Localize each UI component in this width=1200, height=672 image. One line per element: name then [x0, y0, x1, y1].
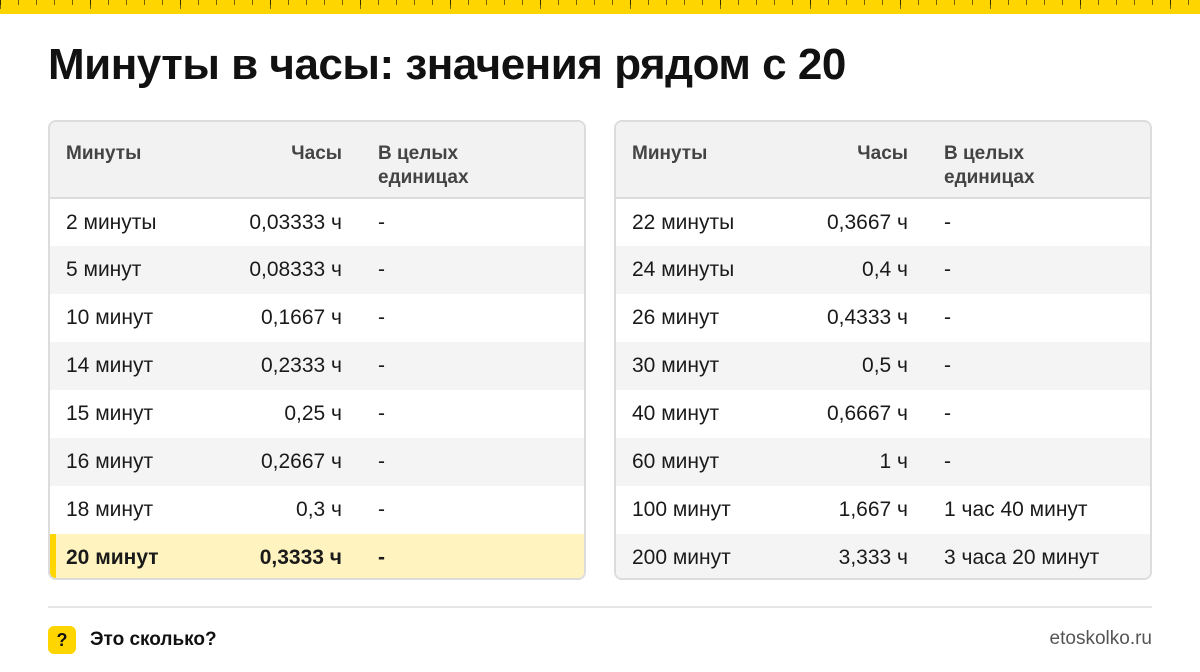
- brand-name: Это сколько?: [90, 629, 217, 650]
- cell-hours: 0,3667 ч: [826, 210, 908, 234]
- table-row: 10 минут 0,1667 ч -: [50, 294, 584, 342]
- table-row: 2 минуты 0,03333 ч -: [50, 198, 584, 246]
- cell-minutes: 100 минут: [632, 498, 731, 521]
- cell-hours: 0,2667 ч: [260, 450, 342, 473]
- cell-units: -: [944, 258, 951, 281]
- cell-hours: 0,3333 ч: [259, 546, 342, 569]
- cell-minutes: 20 минут: [50, 534, 212, 578]
- table-row: 30 минут 0,5 ч -: [616, 342, 1150, 390]
- cell-units: -: [944, 306, 951, 329]
- column-header-units: В целых единицах: [944, 143, 1035, 188]
- ruler-strip: [0, 0, 1200, 14]
- cell-minutes: 15 минут: [66, 402, 154, 425]
- cell-hours: 0,5 ч: [862, 354, 908, 377]
- column-header-minutes: Минуты: [66, 143, 142, 164]
- cell-units: -: [378, 306, 385, 329]
- table-row: 5 минут 0,08333 ч -: [50, 246, 584, 294]
- brand-logo[interactable]: ? Это сколько?: [48, 626, 217, 654]
- cell-units: 3 часа 20 минут: [944, 546, 1100, 569]
- cell-hours: 0,4 ч: [862, 258, 908, 281]
- table-row: 18 минут 0,3 ч -: [50, 486, 584, 534]
- cell-hours: 0,2333 ч: [260, 354, 342, 377]
- cell-hours: 0,4333 ч: [826, 306, 908, 329]
- cell-hours: 0,03333 ч: [249, 210, 342, 234]
- table-row: 200 минут 3,333 ч 3 часа 20 минут: [616, 534, 1150, 578]
- table-header-row: Минуты Часы В целых единицах: [50, 122, 584, 198]
- cell-minutes: 60 минут: [632, 450, 720, 473]
- cell-units: -: [944, 402, 951, 425]
- cell-minutes: 2 минуты: [66, 210, 157, 234]
- cell-hours: 1,667 ч: [838, 498, 908, 521]
- cell-hours: 0,25 ч: [284, 402, 342, 425]
- cell-units: -: [378, 258, 385, 281]
- table-header-row: Минуты Часы В целых единицах: [616, 122, 1150, 198]
- site-link[interactable]: etoskolko.ru: [1050, 628, 1152, 650]
- cell-units: -: [944, 354, 951, 377]
- table-row: 15 минут 0,25 ч -: [50, 390, 584, 438]
- table-row: 60 минут 1 ч -: [616, 438, 1150, 486]
- cell-minutes: 40 минут: [632, 402, 720, 425]
- cell-hours: 0,6667 ч: [826, 402, 908, 425]
- cell-hours: 3,333 ч: [838, 546, 908, 569]
- table-row: 16 минут 0,2667 ч -: [50, 438, 584, 486]
- cell-hours: 0,08333 ч: [249, 258, 342, 281]
- column-header-hours: Часы: [857, 143, 908, 164]
- right-table-panel: Минуты Часы В целых единицах 22 минуты 0…: [614, 120, 1152, 580]
- right-table: Минуты Часы В целых единицах 22 минуты 0…: [616, 122, 1150, 578]
- cell-units: -: [378, 354, 385, 377]
- cell-units: 1 час 40 минут: [944, 498, 1088, 521]
- table-row: 26 минут 0,4333 ч -: [616, 294, 1150, 342]
- question-mark-icon: ?: [48, 626, 76, 654]
- cell-units: -: [944, 450, 951, 473]
- cell-units: -: [378, 402, 385, 425]
- cell-units: -: [378, 210, 385, 234]
- cell-minutes: 5 минут: [66, 258, 142, 281]
- table-row: 24 минуты 0,4 ч -: [616, 246, 1150, 294]
- table-row: 22 минуты 0,3667 ч -: [616, 198, 1150, 246]
- table-row: 14 минут 0,2333 ч -: [50, 342, 584, 390]
- cell-units: -: [378, 546, 385, 569]
- footer-divider: [48, 606, 1152, 608]
- cell-hours: 0,3 ч: [296, 498, 342, 521]
- column-header-hours: Часы: [291, 143, 342, 164]
- cell-minutes: 10 минут: [66, 306, 154, 329]
- column-header-minutes: Минуты: [632, 143, 708, 164]
- cell-minutes: 30 минут: [632, 354, 720, 377]
- cell-hours: 1 ч: [879, 450, 908, 473]
- cell-minutes: 14 минут: [66, 354, 154, 377]
- cell-units: -: [378, 498, 385, 521]
- cell-minutes: 16 минут: [66, 450, 154, 473]
- cell-hours: 0,1667 ч: [260, 306, 342, 329]
- column-header-units: В целых единицах: [378, 143, 469, 188]
- cell-minutes: 18 минут: [66, 498, 154, 521]
- cell-units: -: [378, 450, 385, 473]
- highlighted-table-row: 20 минут 0,3333 ч -: [50, 534, 584, 578]
- left-table-panel: Минуты Часы В целых единицах 2 минуты 0,…: [48, 120, 586, 580]
- left-table: Минуты Часы В целых единицах 2 минуты 0,…: [50, 122, 584, 578]
- cell-units: -: [944, 210, 951, 234]
- cell-minutes: 24 минуты: [632, 258, 735, 281]
- cell-minutes: 26 минут: [632, 306, 720, 329]
- table-row: 40 минут 0,6667 ч -: [616, 390, 1150, 438]
- page-title: Минуты в часы: значения рядом с 20: [48, 40, 846, 89]
- table-row: 100 минут 1,667 ч 1 час 40 минут: [616, 486, 1150, 534]
- cell-minutes: 200 минут: [632, 546, 731, 569]
- cell-minutes: 22 минуты: [632, 210, 735, 234]
